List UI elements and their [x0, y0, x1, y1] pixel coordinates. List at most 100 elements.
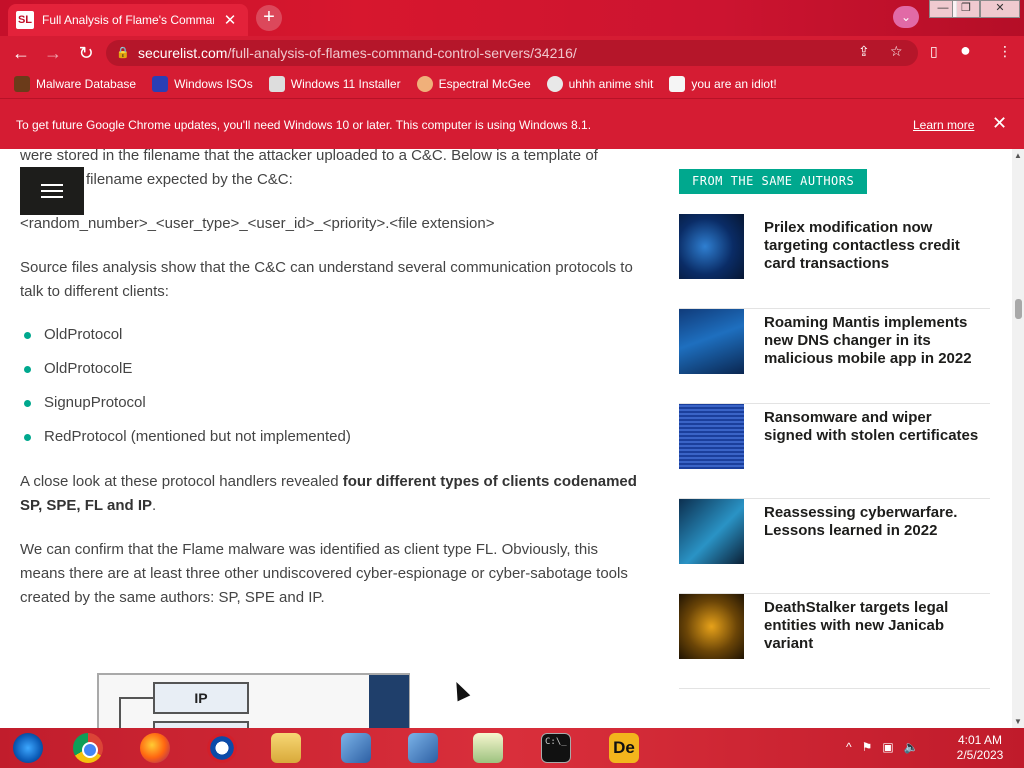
list-item: RedProtocol (mentioned but not implement…: [20, 425, 640, 459]
securelist-favicon-icon: SL: [16, 11, 34, 29]
url-path: /full-analysis-of-flames-command-control…: [227, 45, 577, 61]
paragraph-text: .: [152, 497, 157, 514]
close-window-button[interactable]: ✕: [980, 0, 1020, 18]
paragraph-flame-client: We can confirm that the Flame malware wa…: [20, 541, 628, 606]
taskbar-chrome[interactable]: [60, 731, 116, 765]
scroll-down-icon[interactable]: ▼: [1014, 717, 1022, 726]
chrome-menu-icon[interactable]: ⋮: [998, 43, 1012, 60]
folder-icon: [271, 733, 301, 763]
maximize-button[interactable]: ❐: [952, 0, 980, 18]
bookmark-windows-11-installer[interactable]: Windows 11 Installer: [268, 76, 401, 92]
scrollbar-thumb[interactable]: [1015, 299, 1022, 319]
url-host: securelist.com: [138, 45, 228, 61]
article-thumbnail[interactable]: [679, 309, 744, 374]
bookmark-malware-database[interactable]: Malware Database: [14, 76, 136, 92]
idiot-icon: [669, 76, 686, 92]
start-button[interactable]: [0, 731, 56, 765]
share-icon[interactable]: ⇪: [858, 43, 870, 60]
active-tab[interactable]: SL Full Analysis of Flame's Command ✕: [8, 4, 248, 36]
bookmark-anime[interactable]: uhhh anime shit: [546, 76, 654, 92]
mouse-pointer-icon: [450, 679, 471, 702]
taskbar-network-1[interactable]: [328, 731, 384, 765]
taskbar-file-explorer[interactable]: [258, 731, 314, 765]
taskbar-cmd[interactable]: C:\_: [528, 731, 584, 765]
related-article[interactable]: Ransomware and wiper signed with stolen …: [679, 404, 990, 499]
related-article[interactable]: Prilex modification now targeting contac…: [679, 214, 990, 309]
new-tab-button[interactable]: +: [256, 5, 282, 31]
hamburger-menu-button[interactable]: [20, 167, 84, 215]
bookmark-label: Malware Database: [36, 77, 137, 91]
article-thumbnail[interactable]: [679, 214, 744, 279]
taskbar-obama[interactable]: [194, 731, 250, 765]
taskbar-network-2[interactable]: [395, 731, 451, 765]
sidebar-heading: FROM THE SAME AUTHORS: [679, 169, 868, 194]
bookmark-you-are-an-idiot[interactable]: you are an idiot!: [669, 76, 777, 92]
system-tray: ^ ⚑ ▣ 🔈: [846, 740, 919, 754]
article-thumbnail[interactable]: [679, 594, 744, 659]
scroll-up-icon[interactable]: ▲: [1014, 151, 1022, 160]
diagram-side-bar: [369, 675, 409, 728]
related-article[interactable]: Roaming Mantis implements new DNS change…: [679, 309, 990, 404]
obama-logo-icon: [207, 733, 237, 763]
article-title-link[interactable]: Prilex modification now targeting contac…: [764, 219, 984, 273]
paragraph-text: A close look at these protocol handlers …: [20, 473, 343, 490]
side-panel-icon[interactable]: ▯: [930, 43, 938, 60]
firefox-icon: [140, 733, 170, 763]
clock-date: 2/5/2023: [956, 748, 1004, 762]
notepad-icon: [473, 733, 503, 763]
page-scrollbar[interactable]: ▲ ▼: [1012, 149, 1024, 728]
taskbar-de[interactable]: De: [596, 731, 652, 765]
tab-search-button[interactable]: ⌄: [893, 6, 919, 28]
bookmark-label: Windows 11 Installer: [290, 77, 401, 91]
article-thumbnail[interactable]: [679, 404, 744, 469]
diagram-node-ip: IP: [153, 682, 249, 714]
list-item: OldProtocolE: [20, 357, 640, 391]
url-text: securelist.com/full-analysis-of-flames-c…: [138, 45, 577, 61]
protocol-list: OldProtocol OldProtocolE SignupProtocol …: [20, 323, 640, 459]
reload-button[interactable]: ↻: [73, 40, 99, 66]
bookmark-windows-isos[interactable]: Windows ISOs: [152, 76, 253, 92]
bookmark-star-icon[interactable]: ☆: [890, 43, 903, 60]
tab-title: Full Analysis of Flame's Command: [42, 13, 214, 27]
article-title-link[interactable]: DeathStalker targets legal entities with…: [764, 599, 984, 653]
article-thumbnail[interactable]: [679, 499, 744, 564]
client-diagram-figure[interactable]: IP: [97, 673, 410, 728]
diagram-node: [153, 721, 249, 728]
list-item: SignupProtocol: [20, 391, 640, 425]
diagram-connector: [119, 697, 153, 728]
action-center-flag-icon[interactable]: ⚑: [862, 740, 873, 754]
start-icon: [13, 733, 43, 763]
volume-icon[interactable]: 🔈: [904, 740, 919, 754]
system-clock[interactable]: 4:01 AM 2/5/2023: [945, 733, 1015, 763]
taskbar-firefox[interactable]: [127, 731, 183, 765]
related-article[interactable]: DeathStalker targets legal entities with…: [679, 594, 990, 689]
forward-button[interactable]: →: [40, 40, 66, 66]
profile-icon[interactable]: ●: [960, 40, 971, 61]
network-computer-icon: [341, 733, 371, 763]
network-icon[interactable]: ▣: [882, 740, 893, 754]
article-title-link[interactable]: Reassessing cyberwarfare. Lessons learne…: [764, 504, 984, 540]
bookmark-label: Espectral McGee: [438, 77, 531, 91]
tab-close-icon[interactable]: ✕: [222, 11, 238, 29]
taskbar-notepad[interactable]: [460, 731, 516, 765]
infobar-message: To get future Google Chrome updates, you…: [16, 118, 592, 132]
article-title-link[interactable]: Roaming Mantis implements new DNS change…: [764, 314, 984, 368]
windows-taskbar: C:\_ De ^ ⚑ ▣ 🔈 4:01 AM 2/5/2023: [0, 728, 1024, 768]
back-button[interactable]: ←: [8, 40, 34, 66]
avatar-icon: [416, 76, 433, 92]
infobar-close-icon[interactable]: ✕: [992, 113, 1007, 134]
paragraph-client-types: A close look at these protocol handlers …: [20, 470, 640, 518]
address-bar[interactable]: 🔒 securelist.com/full-analysis-of-flames…: [106, 40, 918, 66]
chrome-icon: [73, 733, 103, 763]
show-hidden-icons-icon[interactable]: ^: [846, 740, 852, 754]
learn-more-link[interactable]: Learn more: [913, 118, 974, 132]
bookmark-espectral-mcgee[interactable]: Espectral McGee: [416, 76, 531, 92]
lock-icon[interactable]: 🔒: [116, 46, 130, 60]
bookmarks-bar: Malware Database Windows ISOs Windows 11…: [0, 70, 1024, 98]
menu-line: [41, 190, 63, 192]
de-app-icon: De: [609, 733, 639, 763]
x-icon: [152, 76, 169, 92]
related-article[interactable]: Reassessing cyberwarfare. Lessons learne…: [679, 499, 990, 594]
article-title-link[interactable]: Ransomware and wiper signed with stolen …: [764, 409, 984, 445]
bookmark-label: uhhh anime shit: [568, 77, 654, 91]
